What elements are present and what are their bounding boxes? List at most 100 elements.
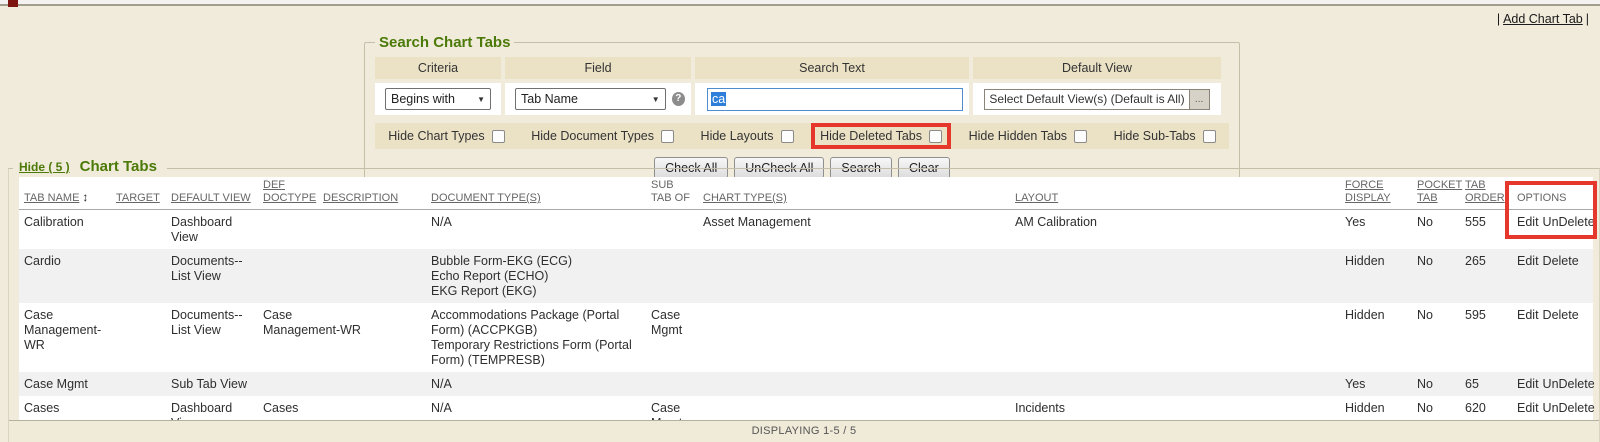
- cell-tab-name: Cardio: [19, 249, 111, 303]
- chart-tabs-title: Chart Tabs: [76, 158, 161, 175]
- column-header-sub-tab-of: SUB TAB OF: [646, 177, 698, 210]
- cell-layout: [1010, 249, 1340, 303]
- criteria-select[interactable]: Begins with ▼: [385, 88, 491, 110]
- hide-count-link[interactable]: Hide ( 5 ): [19, 160, 70, 174]
- cell-pocket-tab: No: [1412, 249, 1460, 303]
- edit-link[interactable]: Edit: [1517, 401, 1539, 415]
- cell-chart-types: [698, 249, 1010, 303]
- cell-description: [318, 372, 426, 396]
- cell-description: [318, 249, 426, 303]
- cell-document-types: N/A: [426, 372, 646, 396]
- column-header-force-display[interactable]: FORCE DISPLAY: [1340, 177, 1412, 210]
- add-chart-tab-link[interactable]: Add Chart Tab: [1503, 12, 1583, 26]
- column-header-document-types[interactable]: DOCUMENT TYPE(S): [426, 177, 646, 210]
- cell-tab-order: 555: [1460, 210, 1512, 250]
- ellipsis-button[interactable]: ...: [1189, 90, 1209, 109]
- cell-description: [318, 210, 426, 250]
- column-header-target[interactable]: TARGET: [111, 177, 166, 210]
- table-header-row: TAB NAME↕TARGETDEFAULT VIEWDEF DOCTYPEDE…: [19, 177, 1593, 210]
- cell-pocket-tab: No: [1412, 303, 1460, 372]
- cell-chart-types: Asset Management: [698, 210, 1010, 250]
- field-select[interactable]: Tab Name ▼: [515, 88, 666, 110]
- checkbox-item-hide-deleted-tabs: Hide Deleted Tabs: [816, 128, 946, 144]
- checkbox-hide-chart-types[interactable]: [492, 130, 505, 143]
- cell-target: [111, 210, 166, 250]
- column-header-label: TAB NAME: [24, 192, 79, 204]
- column-header-tab-order[interactable]: TAB ORDER: [1460, 177, 1512, 210]
- cell-sub-tab-of: [646, 372, 698, 396]
- cell-options: Edit UnDelete: [1512, 210, 1593, 250]
- default-view-picker[interactable]: Select Default View(s) (Default is All) …: [984, 89, 1209, 110]
- cell-def-doctype: [258, 372, 318, 396]
- delete-link[interactable]: Delete: [1543, 254, 1579, 268]
- cell-layout: [1010, 303, 1340, 372]
- checkbox-hide-layouts[interactable]: [781, 130, 794, 143]
- checkbox-hide-hidden-tabs[interactable]: [1074, 130, 1087, 143]
- top-strip: [0, 0, 1600, 6]
- sort-icon[interactable]: ↕: [82, 190, 88, 204]
- column-header-def-doctype[interactable]: DEF DOCTYPE: [258, 177, 318, 210]
- checkbox-label: Hide Hidden Tabs: [969, 129, 1067, 143]
- cell-document-types: N/A: [426, 210, 646, 250]
- checkbox-hide-deleted-tabs[interactable]: [929, 130, 942, 143]
- cell-pocket-tab: No: [1412, 372, 1460, 396]
- cell-default-view: Documents-- List View: [166, 303, 258, 372]
- column-header-default-view[interactable]: DEFAULT VIEW: [166, 177, 258, 210]
- default-view-picker-value: Select Default View(s) (Default is All): [985, 92, 1188, 106]
- cell-target: [111, 249, 166, 303]
- pipe-separator: |: [1497, 12, 1500, 26]
- cell-target: [111, 372, 166, 396]
- delete-link[interactable]: Delete: [1543, 308, 1579, 322]
- column-header-label: DOCUMENT TYPE(S): [431, 192, 541, 204]
- cell-sub-tab-of: [646, 249, 698, 303]
- chart-tabs-section: Hide ( 5 ) Chart Tabs TAB NAME↕TARGETDEF…: [8, 168, 1600, 442]
- search-text-value: ca: [711, 92, 726, 106]
- paging-footer: DISPLAYING 1-5 / 5: [9, 420, 1599, 442]
- field-select-value: Tab Name: [521, 92, 578, 106]
- field-header: Field: [505, 57, 691, 79]
- cell-options: Edit UnDelete: [1512, 372, 1593, 396]
- edit-link[interactable]: Edit: [1517, 377, 1539, 391]
- checkbox-item-hide-chart-types: Hide Chart Types: [384, 128, 508, 144]
- criteria-select-value: Begins with: [391, 92, 455, 106]
- column-header-tab-name[interactable]: TAB NAME↕: [19, 177, 111, 210]
- help-icon[interactable]: ?: [672, 92, 685, 106]
- edit-link[interactable]: Edit: [1517, 254, 1539, 268]
- search-panel-legend: Search Chart Tabs: [375, 34, 514, 51]
- undelete-link[interactable]: UnDelete: [1543, 377, 1595, 391]
- edit-link[interactable]: Edit: [1517, 308, 1539, 322]
- search-text-header: Search Text: [695, 57, 969, 79]
- cell-sub-tab-of: [646, 210, 698, 250]
- column-header-chart-types[interactable]: CHART TYPE(S): [698, 177, 1010, 210]
- cell-def-doctype: Case Management-WR: [258, 303, 318, 372]
- checkbox-label: Hide Layouts: [701, 129, 774, 143]
- checkbox-label: Hide Document Types: [531, 129, 654, 143]
- cell-layout: AM Calibration: [1010, 210, 1340, 250]
- cell-tab-name: Case Management- WR: [19, 303, 111, 372]
- column-header-label: DEF DOCTYPE: [263, 179, 316, 204]
- search-text-input[interactable]: ca: [707, 88, 963, 111]
- cell-layout: [1010, 372, 1340, 396]
- undelete-link[interactable]: UnDelete: [1543, 215, 1595, 229]
- cell-tab-order: 265: [1460, 249, 1512, 303]
- cell-default-view: Documents-- List View: [166, 249, 258, 303]
- cell-tab-name: Calibration: [19, 210, 111, 250]
- undelete-link[interactable]: UnDelete: [1543, 401, 1595, 415]
- cell-force-display: Yes: [1340, 210, 1412, 250]
- chart-tabs-table-wrap: TAB NAME↕TARGETDEFAULT VIEWDEF DOCTYPEDE…: [19, 177, 1593, 435]
- search-grid: Criteria Field Search Text Default View …: [375, 57, 1229, 115]
- cell-tab-name: Case Mgmt: [19, 372, 111, 396]
- chevron-down-icon: ▼: [477, 95, 485, 104]
- checkbox-label: Hide Deleted Tabs: [820, 129, 922, 143]
- column-header-layout[interactable]: LAYOUT: [1010, 177, 1340, 210]
- checkbox-hide-document-types[interactable]: [661, 130, 674, 143]
- criteria-header: Criteria: [375, 57, 501, 79]
- cell-document-types: Bubble Form-EKG (ECG) Echo Report (ECHO)…: [426, 249, 646, 303]
- cell-def-doctype: [258, 249, 318, 303]
- column-header-pocket-tab[interactable]: POCKET TAB: [1412, 177, 1460, 210]
- column-header-description[interactable]: DESCRIPTION: [318, 177, 426, 210]
- checkbox-hide-sub-tabs[interactable]: [1203, 130, 1216, 143]
- cell-description: [318, 303, 426, 372]
- edit-link[interactable]: Edit: [1517, 215, 1539, 229]
- cell-chart-types: [698, 303, 1010, 372]
